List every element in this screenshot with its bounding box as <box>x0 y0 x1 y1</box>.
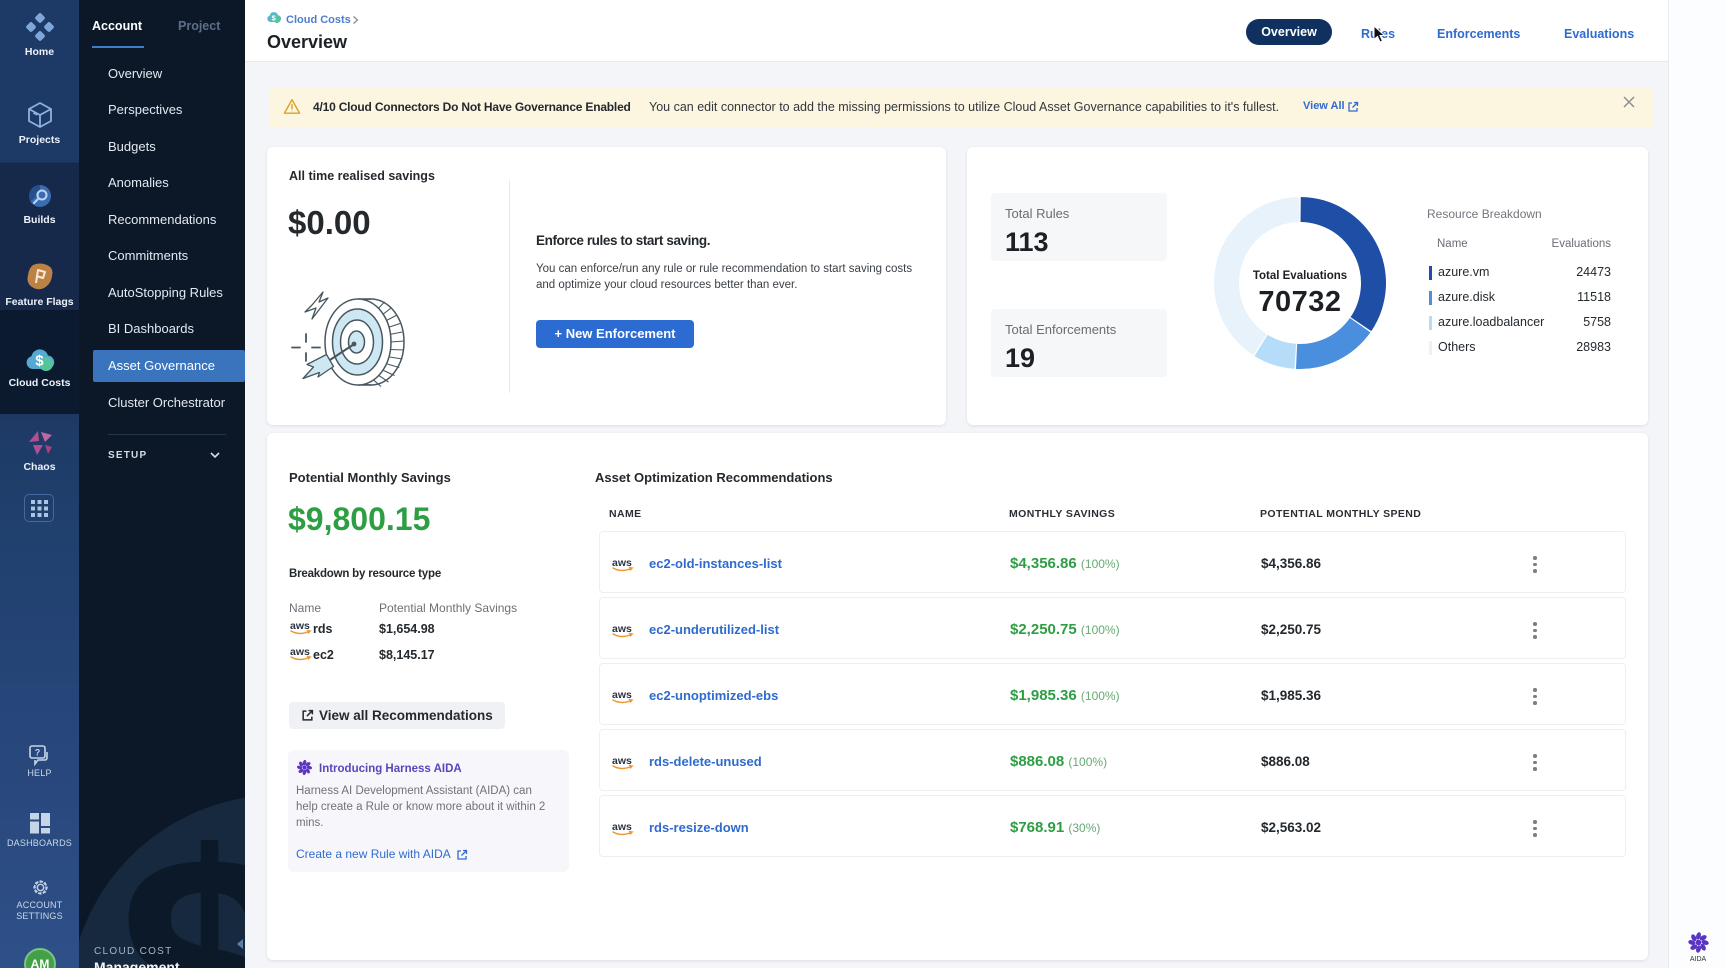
svg-text:$: $ <box>35 353 44 370</box>
svg-text:?: ? <box>35 748 41 758</box>
